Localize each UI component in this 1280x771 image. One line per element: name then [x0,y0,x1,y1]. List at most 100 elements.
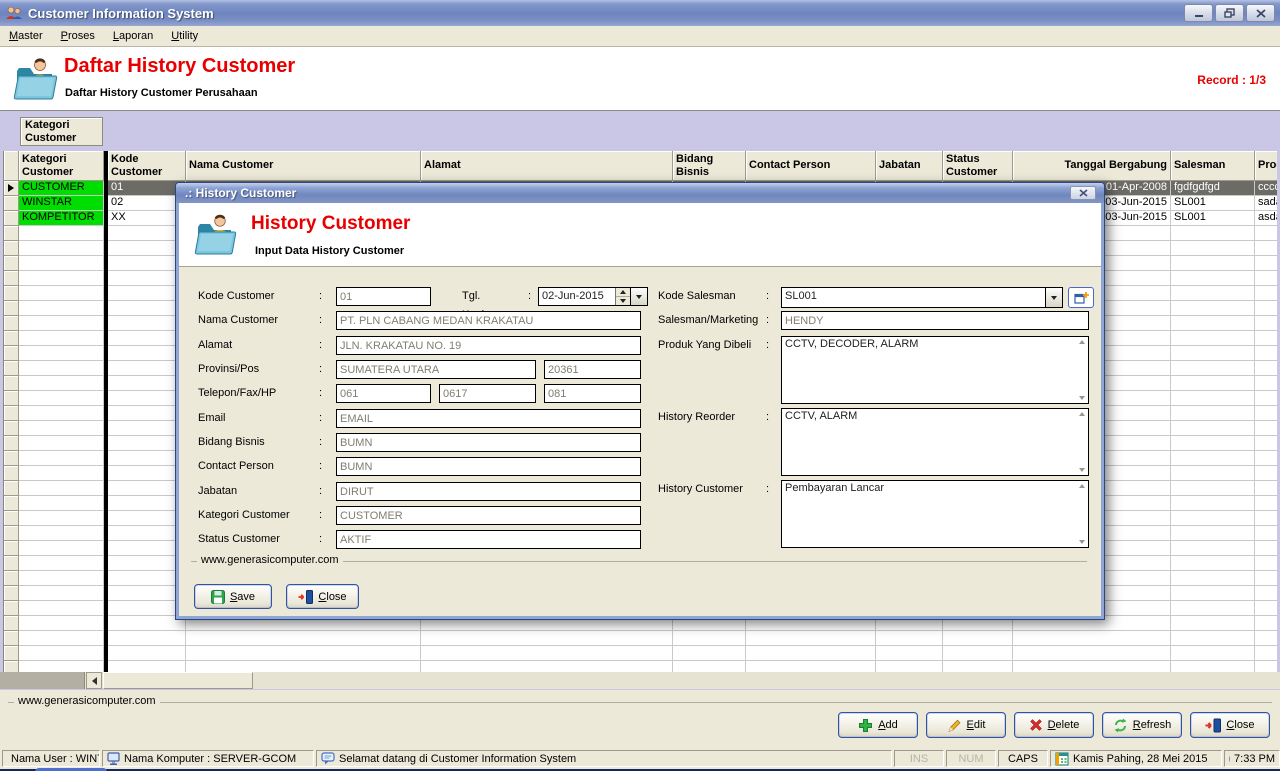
cell-kategori[interactable] [19,361,104,376]
cell-kategori[interactable] [19,511,104,526]
row-selector[interactable] [4,526,19,541]
row-selector[interactable] [4,436,19,451]
cell-salesman[interactable] [1171,226,1255,241]
cell-produk[interactable] [1255,226,1277,241]
cell-salesman[interactable] [1171,586,1255,601]
cell-produk[interactable]: asda [1255,211,1277,226]
cell-produk[interactable] [1255,376,1277,391]
cell-salesman[interactable] [1171,631,1255,646]
cell-salesman[interactable] [1171,241,1255,256]
cell-contact[interactable] [746,631,876,646]
row-selector[interactable] [4,241,19,256]
cell-jabatan[interactable] [876,661,943,672]
row-selector[interactable] [4,331,19,346]
row-selector[interactable] [4,406,19,421]
cell-tanggal[interactable] [1013,631,1171,646]
cell-kategori[interactable]: KOMPETITOR [19,211,104,226]
row-selector[interactable] [4,661,19,672]
cell-kategori[interactable] [19,346,104,361]
column-header-salesman[interactable]: Salesman [1171,151,1255,181]
table-row[interactable] [4,631,1277,646]
scroll-down-icon[interactable] [1079,540,1085,544]
row-selector[interactable] [4,631,19,646]
cell-kategori[interactable] [19,391,104,406]
cell-salesman[interactable] [1171,466,1255,481]
cell-kategori[interactable] [19,496,104,511]
cell-salesman[interactable] [1171,286,1255,301]
cell-produk[interactable] [1255,571,1277,586]
scroll-up-icon[interactable] [1079,340,1085,344]
cell-produk[interactable] [1255,586,1277,601]
restore-button[interactable] [1215,4,1244,22]
cell-produk[interactable] [1255,661,1277,672]
kategori-customer-group-button[interactable]: Kategori Customer [20,117,103,146]
row-selector[interactable] [4,451,19,466]
cell-produk[interactable] [1255,616,1277,631]
cell-salesman[interactable] [1171,376,1255,391]
cell-salesman[interactable] [1171,496,1255,511]
kategori-customer-input[interactable] [336,506,641,525]
cell-bidang[interactable] [673,646,746,661]
combo-dropdown-button[interactable] [1045,288,1062,307]
cell-nama[interactable] [186,661,421,672]
cell-salesman[interactable] [1171,571,1255,586]
cell-produk[interactable]: sada [1255,196,1277,211]
contact-person-input[interactable] [336,457,641,476]
dialog-close-button[interactable] [1070,186,1096,200]
cell-kategori[interactable] [19,376,104,391]
cell-produk[interactable] [1255,241,1277,256]
menu-master[interactable]: Master [0,28,52,44]
row-selector[interactable] [4,421,19,436]
row-selector[interactable] [4,271,19,286]
cell-produk[interactable] [1255,511,1277,526]
cell-produk[interactable] [1255,346,1277,361]
cell-produk[interactable] [1255,646,1277,661]
minimize-button[interactable] [1184,4,1213,22]
row-selector[interactable] [4,286,19,301]
bidang-bisnis-input[interactable] [336,433,641,452]
cell-kategori[interactable] [19,556,104,571]
cell-nama[interactable] [186,646,421,661]
cell-alamat[interactable] [421,646,673,661]
cell-kategori[interactable] [19,481,104,496]
status-customer-input[interactable] [336,530,641,549]
cell-kategori[interactable] [19,466,104,481]
kode-customer-input[interactable] [336,287,431,306]
close-window-button[interactable]: Close [1190,712,1270,738]
cell-produk[interactable] [1255,496,1277,511]
cell-produk[interactable] [1255,541,1277,556]
row-selector[interactable] [4,376,19,391]
cell-salesman[interactable] [1171,481,1255,496]
cell-kategori[interactable] [19,526,104,541]
provinsi-input[interactable] [336,360,536,379]
cell-salesman[interactable] [1171,271,1255,286]
cell-produk[interactable] [1255,391,1277,406]
date-spinner[interactable] [615,288,630,305]
cell-produk[interactable] [1255,286,1277,301]
menu-laporan[interactable]: Laporan [104,28,162,44]
row-selector[interactable] [4,616,19,631]
row-selector[interactable] [4,511,19,526]
cell-tanggal[interactable] [1013,661,1171,672]
cell-salesman[interactable] [1171,256,1255,271]
cell-kode[interactable] [108,631,186,646]
date-dropdown-button[interactable] [630,288,647,305]
cell-produk[interactable] [1255,451,1277,466]
row-selector[interactable] [4,316,19,331]
column-header-jabatan[interactable]: Jabatan [876,151,943,181]
column-header-kode-customer[interactable]: Kode Customer [108,151,186,181]
spin-down-button[interactable] [616,297,630,305]
alamat-input[interactable] [336,336,641,355]
delete-button[interactable]: Delete [1014,712,1094,738]
cell-salesman[interactable] [1171,661,1255,672]
cell-salesman[interactable] [1171,511,1255,526]
nama-customer-input[interactable] [336,311,641,330]
cell-produk[interactable] [1255,601,1277,616]
cell-kategori[interactable] [19,256,104,271]
row-selector[interactable] [4,541,19,556]
row-selector[interactable] [4,646,19,661]
row-selector[interactable] [4,391,19,406]
spin-up-button[interactable] [616,288,630,297]
cell-jabatan[interactable] [876,646,943,661]
cell-kategori[interactable] [19,586,104,601]
